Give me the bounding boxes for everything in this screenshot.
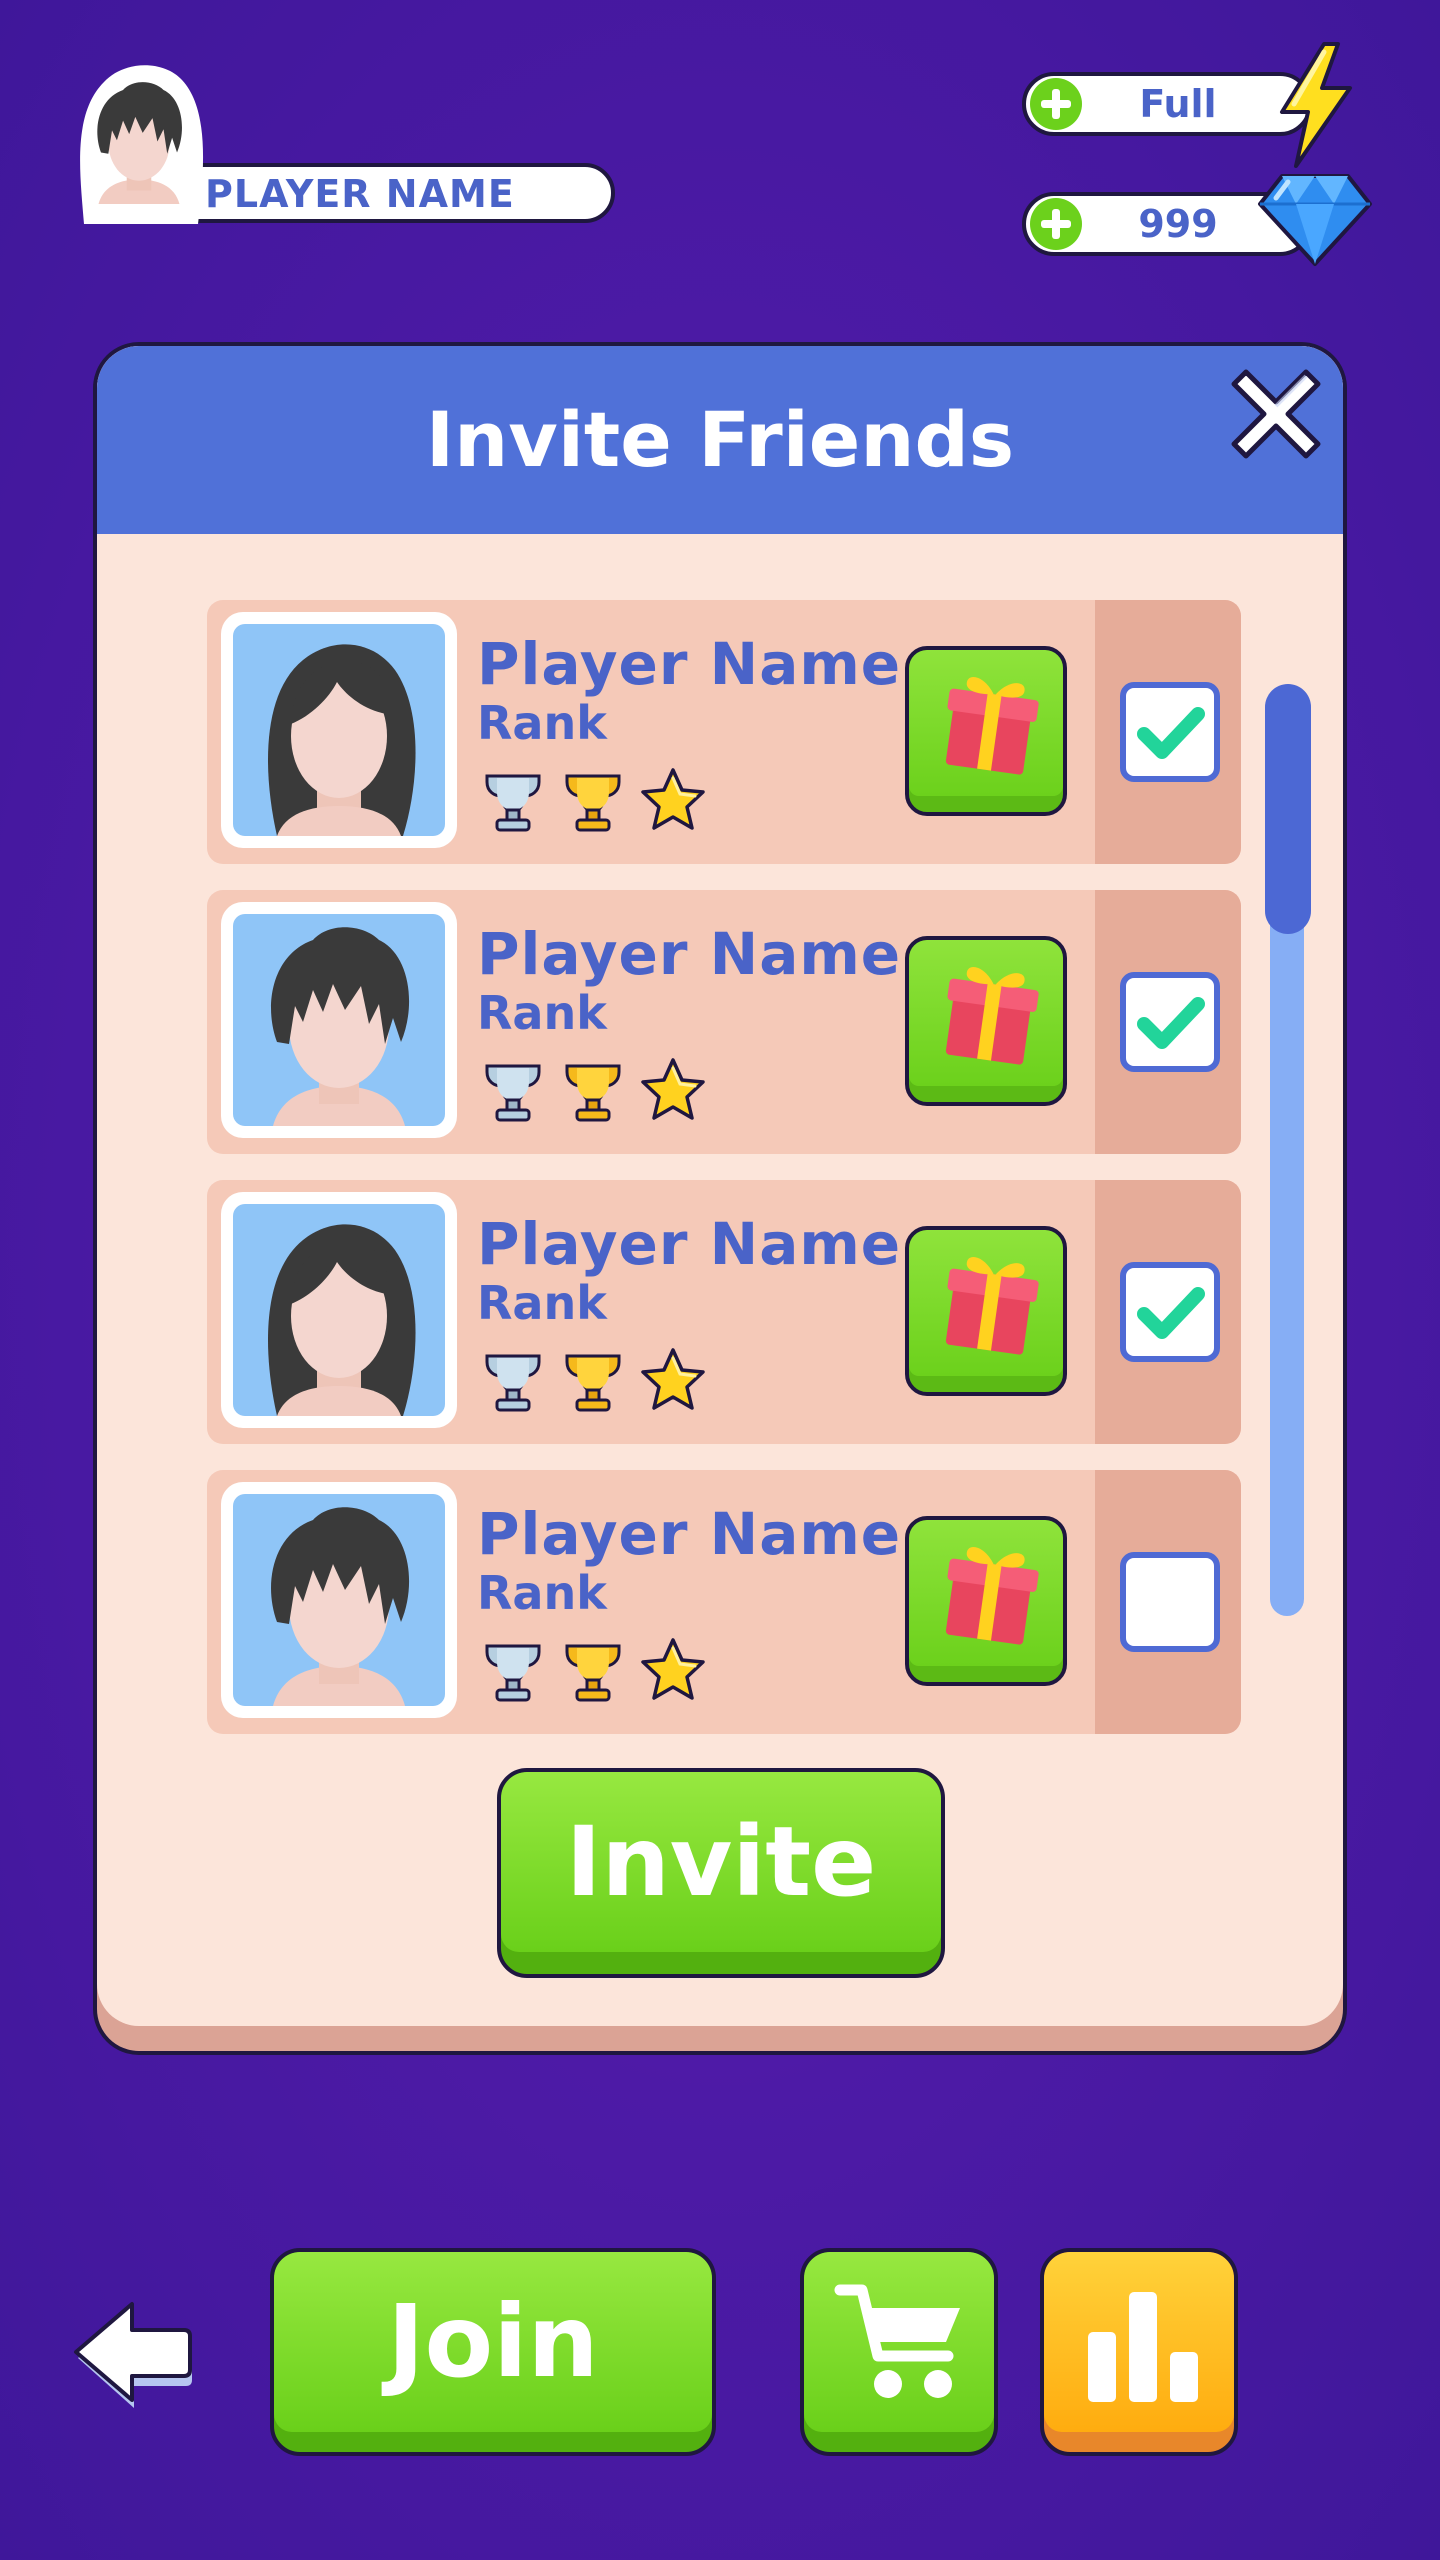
check-icon — [1126, 1268, 1214, 1356]
add-gems-button[interactable] — [1027, 195, 1085, 253]
friend-name: Player Name — [477, 920, 902, 988]
gold-trophy-icon — [567, 1066, 619, 1120]
friend-avatar — [221, 902, 457, 1138]
invite-checkbox[interactable] — [1120, 972, 1220, 1072]
friend-name: Player Name — [477, 1500, 902, 1568]
silver-trophy-icon — [487, 1066, 539, 1120]
silver-trophy-icon — [487, 1646, 539, 1700]
join-button[interactable]: Join — [270, 2248, 716, 2456]
send-gift-button[interactable] — [905, 1226, 1067, 1396]
player-name: PLAYER NAME — [205, 172, 515, 216]
close-button[interactable] — [1228, 366, 1324, 462]
scrollbar-thumb[interactable] — [1265, 684, 1311, 934]
invite-checkbox[interactable] — [1120, 1262, 1220, 1362]
check-icon — [1126, 688, 1214, 776]
check-icon — [1126, 978, 1214, 1066]
gift-icon — [930, 660, 1050, 780]
silver-trophy-icon — [487, 1356, 539, 1410]
star-icon — [643, 1060, 703, 1118]
cart-icon — [834, 2284, 960, 2398]
dialog-title: Invite Friends — [425, 395, 1015, 484]
friend-awards — [477, 760, 717, 840]
friend-awards — [477, 1340, 717, 1420]
friend-avatar — [221, 612, 457, 848]
send-gift-button[interactable] — [905, 1516, 1067, 1686]
lightning-icon — [1280, 42, 1352, 168]
invite-checkbox[interactable] — [1120, 1552, 1220, 1652]
friend-row: Player Name Rank — [207, 890, 1241, 1154]
leaderboard-icon — [1088, 2292, 1198, 2402]
star-icon — [643, 1640, 703, 1698]
player-avatar[interactable] — [64, 54, 214, 224]
friend-awards — [477, 1630, 717, 1710]
star-icon — [643, 1350, 703, 1408]
gift-icon — [930, 950, 1050, 1070]
friend-name: Player Name — [477, 1210, 902, 1278]
friend-avatar — [221, 1482, 457, 1718]
friend-awards — [477, 1050, 717, 1130]
leaderboard-button[interactable] — [1040, 2248, 1238, 2456]
star-icon — [643, 770, 703, 828]
add-energy-button[interactable] — [1027, 75, 1085, 133]
friend-avatar — [221, 1192, 457, 1428]
friend-row: Player Name Rank — [207, 600, 1241, 864]
send-gift-button[interactable] — [905, 936, 1067, 1106]
gift-icon — [930, 1530, 1050, 1650]
gift-icon — [930, 1240, 1050, 1360]
invite-button[interactable]: Invite — [497, 1768, 945, 1978]
gold-trophy-icon — [567, 1356, 619, 1410]
gold-trophy-icon — [567, 1646, 619, 1700]
friend-rank: Rank — [477, 696, 607, 750]
invite-checkbox[interactable] — [1120, 682, 1220, 782]
friend-row: Player Name Rank — [207, 1180, 1241, 1444]
silver-trophy-icon — [487, 776, 539, 830]
gold-trophy-icon — [567, 776, 619, 830]
friend-rank: Rank — [477, 1566, 607, 1620]
back-arrow-icon[interactable] — [70, 2300, 196, 2410]
gems-value: 999 — [1138, 202, 1218, 246]
energy-value: Full — [1139, 82, 1217, 126]
friend-rank: Rank — [477, 986, 607, 1040]
friend-rank: Rank — [477, 1276, 607, 1330]
invite-friends-dialog: Invite Friends Player Name Rank Player N… — [93, 342, 1347, 2055]
friend-row: Player Name Rank — [207, 1470, 1241, 1734]
friend-name: Player Name — [477, 630, 902, 698]
send-gift-button[interactable] — [905, 646, 1067, 816]
gem-icon — [1258, 174, 1372, 266]
shop-button[interactable] — [800, 2248, 998, 2456]
